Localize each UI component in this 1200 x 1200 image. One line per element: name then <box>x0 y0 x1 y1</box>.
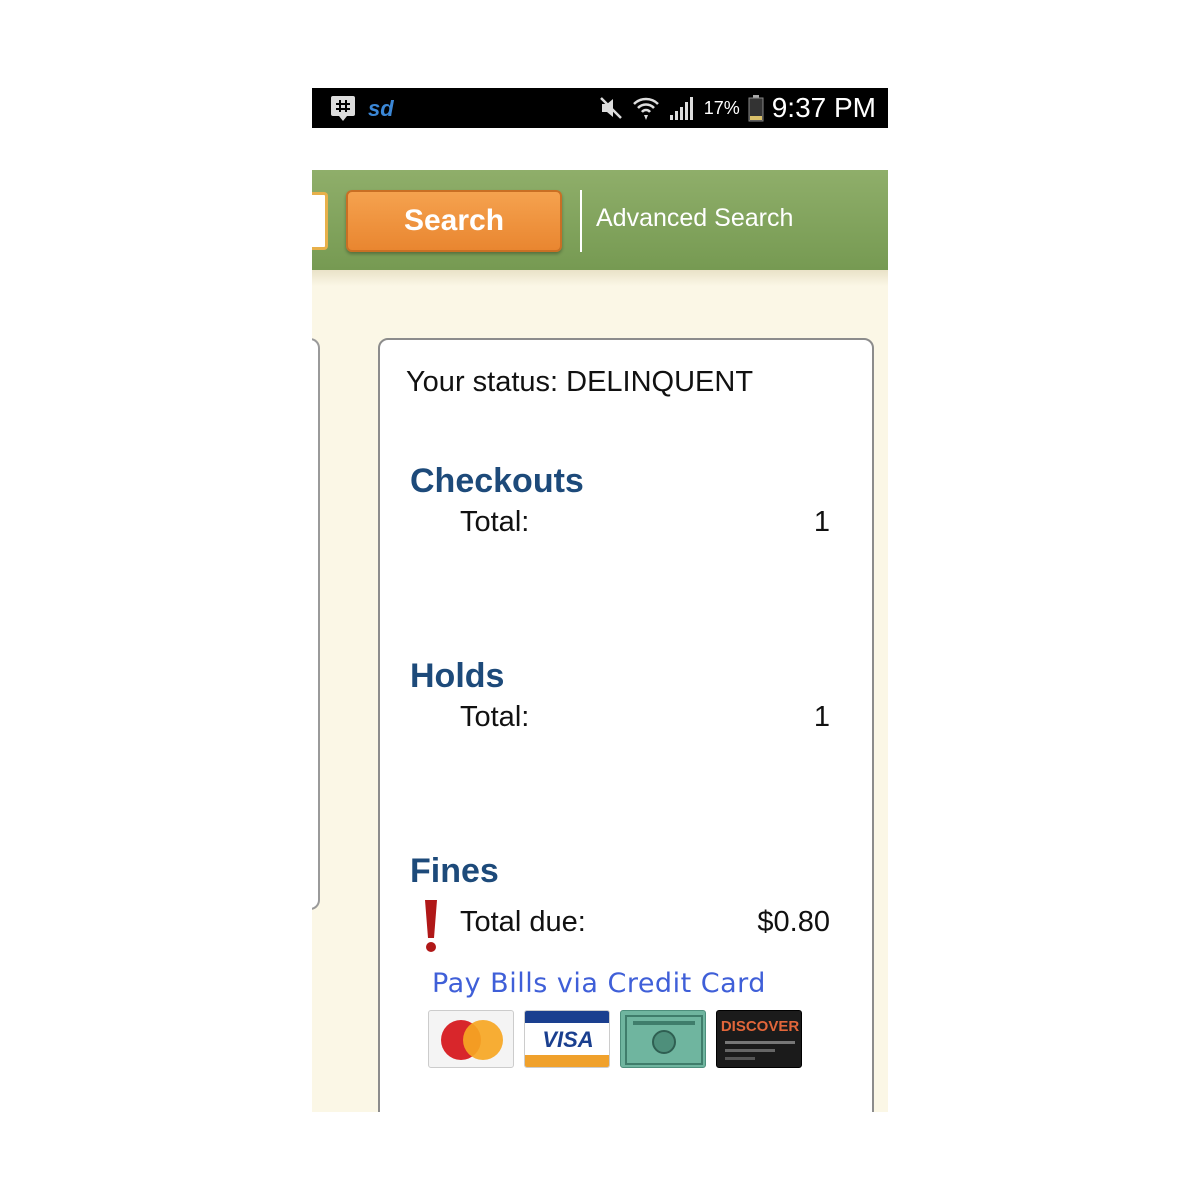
status-bar-left: sd <box>330 94 394 122</box>
account-status: Your status: DELINQUENT <box>406 366 754 398</box>
discover-text: DISCOVER <box>721 1018 800 1035</box>
search-header: Search Advanced Search <box>312 170 888 270</box>
checkouts-title[interactable]: Checkouts <box>410 462 584 501</box>
account-summary-card: Your status: DELINQUENT Checkouts Total:… <box>378 338 874 1112</box>
page-top-spacer <box>312 128 888 170</box>
battery-percent: 17% <box>703 97 740 118</box>
visa-text: VISA <box>542 1027 593 1052</box>
discover-logo[interactable]: DISCOVER <box>716 1010 802 1068</box>
mute-icon <box>599 97 622 119</box>
amex-logo[interactable] <box>620 1010 706 1068</box>
messenger-icon <box>331 96 355 121</box>
checkouts-total-value: 1 <box>813 506 830 538</box>
clock: 9:37 PM <box>771 92 876 123</box>
header-shadow <box>312 270 888 286</box>
status-bar: sd 17% 9:37 PM <box>312 88 888 128</box>
pay-bills-link[interactable]: Pay Bills via Credit Card <box>432 968 766 999</box>
mastercard-logo[interactable] <box>428 1010 514 1068</box>
credit-card-logos[interactable]: VISA DISCOVER <box>428 1010 802 1068</box>
search-input[interactable] <box>312 192 328 250</box>
holds-total-label: Total: <box>460 701 530 733</box>
fines-title[interactable]: Fines <box>410 852 499 891</box>
svg-text:sd: sd <box>368 96 394 121</box>
left-panel-edge <box>312 338 320 910</box>
holds-total-value: 1 <box>813 701 830 733</box>
status-bar-right: 17% 9:37 PM <box>598 92 876 124</box>
phone-screen: sd 17% 9:37 PM Search Advanced Search Yo… <box>312 88 888 1112</box>
exclamation-icon <box>425 900 437 952</box>
wifi-icon <box>632 97 659 120</box>
header-divider <box>580 190 582 252</box>
battery-icon <box>748 95 764 122</box>
sd-app-icon: sd <box>368 96 394 121</box>
signal-icon <box>669 97 693 120</box>
search-button[interactable]: Search <box>346 190 562 252</box>
fines-total-label: Total due: <box>460 906 586 938</box>
checkouts-total-label: Total: <box>460 506 530 538</box>
advanced-search-link[interactable]: Advanced Search <box>596 204 793 233</box>
visa-logo[interactable]: VISA <box>524 1010 610 1068</box>
holds-title[interactable]: Holds <box>410 657 504 696</box>
fines-total-value: $0.80 <box>757 906 830 938</box>
